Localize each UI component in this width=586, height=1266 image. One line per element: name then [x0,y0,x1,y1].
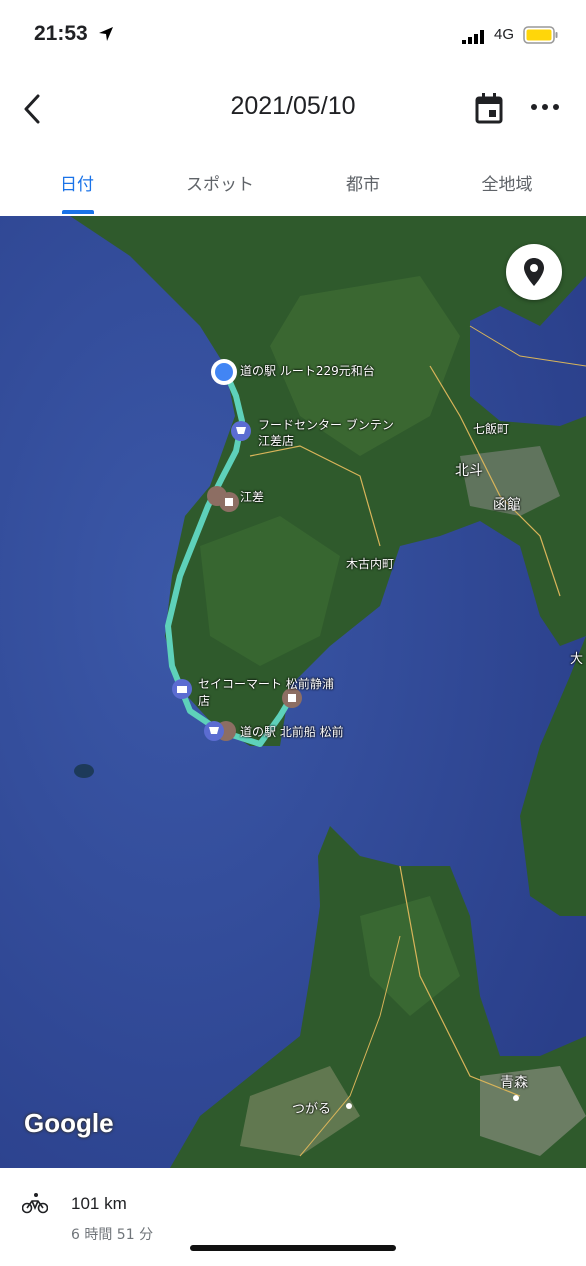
map-label-start: 道の駅 ルート229元和台 [240,364,375,378]
map-label-edge: 大 [570,652,584,667]
map-label-nanae: 七飯町 [473,422,510,436]
status-bar: 21:53 4G [0,0,586,70]
trip-summary[interactable]: 101 km 6 時間 51 分 [0,1168,586,1266]
status-time: 21:53 [34,22,88,45]
google-attribution: Google [24,1108,114,1138]
map-label-foodcenter-2: 江差店 [258,434,295,448]
trip-distance: 101 km [71,1194,127,1213]
calendar-icon[interactable] [474,92,504,124]
map-label-seicomart-2: 店 [198,694,211,708]
map-label-seicomart: セイコーマート 松前静浦 [198,677,334,691]
map-label-kikonai: 木古内町 [346,557,395,571]
battery-icon [523,26,558,44]
map-view[interactable]: 道の駅 ルート229元和台 フードセンター ブンテン 江差店 七飯町 北斗 函館… [0,216,586,1168]
map-label-tsugaru: つがる [292,1102,332,1117]
more-options-icon[interactable] [530,100,560,114]
satellite-map [0,216,586,1168]
tab-date[interactable]: 日付 [4,170,150,195]
tab-spots[interactable]: スポット [147,170,293,195]
location-button[interactable] [506,244,562,300]
tab-cities[interactable]: 都市 [290,170,436,195]
map-label-hakodate: 函館 [493,497,521,513]
trip-duration: 6 時間 51 分 [71,1227,154,1243]
map-label-matsumae-station: 道の駅 北前船 松前 [240,725,344,739]
active-tab-indicator [62,210,94,214]
tab-all-regions[interactable]: 全地域 [434,170,580,195]
map-label-hokuto: 北斗 [455,463,483,479]
location-arrow-icon [99,27,113,41]
map-label-foodcenter: フードセンター ブンテン [258,418,394,432]
signal-icon [462,30,484,44]
app-bar: 2021/05/10 [0,70,586,150]
tab-bar: 日付 スポット 都市 全地域 [0,150,586,217]
bicycle-icon [22,1193,48,1214]
network-type: 4G [494,26,515,43]
map-label-aomori: 青森 [500,1075,528,1091]
home-indicator[interactable] [190,1245,396,1251]
map-label-esashi: 江差 [240,490,265,504]
map-pin-icon [524,258,544,286]
